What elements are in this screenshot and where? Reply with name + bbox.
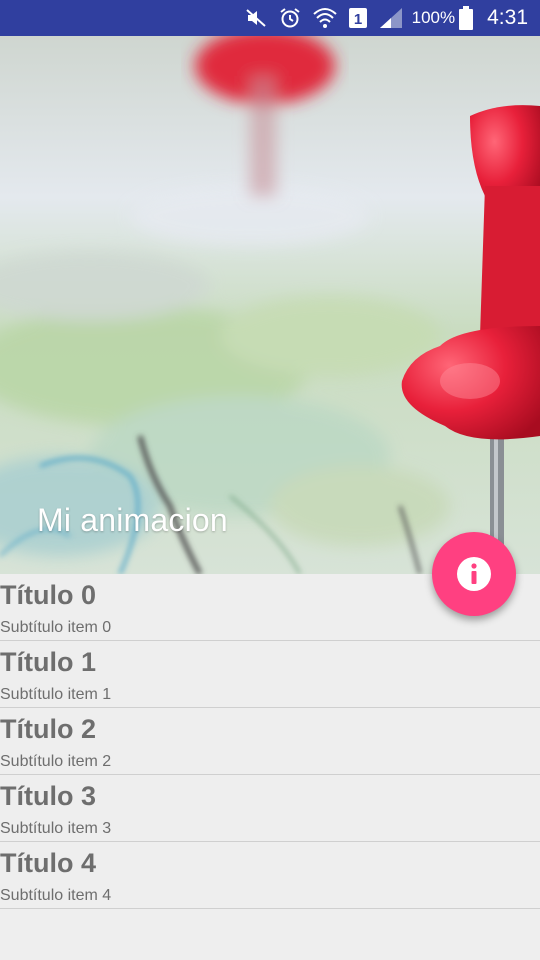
wifi-icon xyxy=(312,6,338,30)
toolbar-title: Mi animacion xyxy=(37,502,228,538)
item-title: Título 3 xyxy=(0,781,96,811)
list-item[interactable]: Título 3 Subtítulo item 3 xyxy=(0,775,540,842)
item-subtitle: Subtítulo item 2 xyxy=(0,753,112,770)
sim-icon: 1 xyxy=(348,6,368,30)
battery-percent: 100% xyxy=(411,8,456,27)
battery-icon xyxy=(459,6,474,30)
item-list: Título 0 Subtítulo item 0 Título 1 Subtí… xyxy=(0,574,540,909)
list-item[interactable]: Título 2 Subtítulo item 2 xyxy=(0,708,540,775)
info-icon xyxy=(457,557,491,591)
item-title: Título 0 xyxy=(0,580,96,610)
item-title: Título 4 xyxy=(0,848,96,878)
sim-slot-label: 1 xyxy=(353,11,361,28)
muted-icon xyxy=(244,6,268,30)
item-title: Título 2 xyxy=(0,714,96,744)
status-bar: 1 100% 4:31 xyxy=(0,0,540,36)
item-subtitle: Subtítulo item 4 xyxy=(0,887,112,904)
item-title: Título 1 xyxy=(0,647,96,677)
item-subtitle: Subtítulo item 3 xyxy=(0,820,112,837)
list-item[interactable]: Título 4 Subtítulo item 4 xyxy=(0,842,540,909)
item-subtitle: Subtítulo item 0 xyxy=(0,619,112,636)
info-fab-button[interactable] xyxy=(432,532,516,616)
header-map-image xyxy=(0,36,540,574)
clock: 4:31 xyxy=(487,6,528,29)
app-bar-header: Mi animacion xyxy=(0,36,540,574)
item-subtitle: Subtítulo item 1 xyxy=(0,686,112,703)
alarm-icon xyxy=(278,6,302,30)
signal-icon xyxy=(378,6,404,30)
list-item[interactable]: Título 1 Subtítulo item 1 xyxy=(0,641,540,708)
